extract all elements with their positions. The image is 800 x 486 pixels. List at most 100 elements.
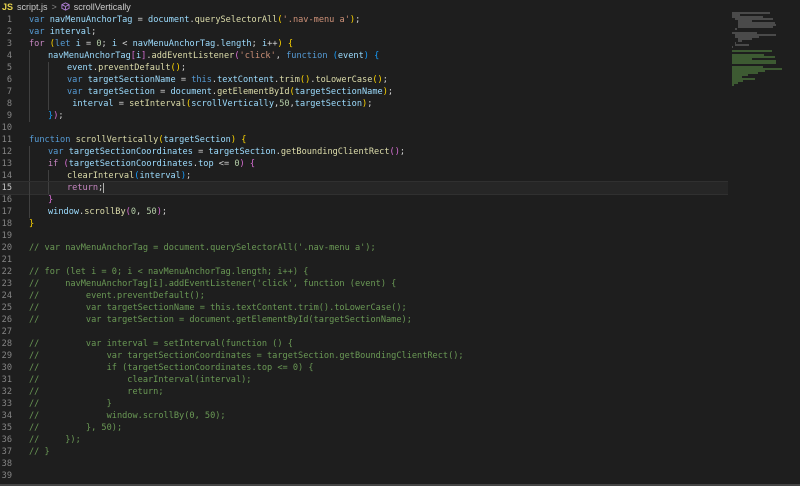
- code-token: ;: [355, 15, 361, 25]
- code-line[interactable]: 31 // clearInterval(interval);: [0, 374, 728, 386]
- minimap[interactable]: [732, 12, 796, 86]
- code-text: var targetSectionCoordinates = targetSec…: [48, 146, 405, 158]
- line-number: 30: [1, 363, 12, 373]
- code-line[interactable]: 32 // return;: [0, 386, 728, 398]
- code-token: // navMenuAnchorTag[i].addEventListener(…: [29, 279, 397, 289]
- code-line[interactable]: 29 // var targetSectionCoordinates = targ…: [0, 350, 728, 362]
- code-line[interactable]: 15 return;: [0, 181, 728, 195]
- code-line[interactable]: 4 navMenuAnchorTag[i].addEventListener('c…: [0, 50, 728, 62]
- code-line[interactable]: 1 var navMenuAnchorTag = document.querySe…: [0, 14, 728, 26]
- line-number: 36: [1, 435, 12, 445]
- code-token: var: [29, 15, 50, 25]
- code-token: {: [374, 51, 380, 61]
- code-token: 'click': [239, 51, 276, 61]
- code-line[interactable]: 39: [0, 470, 728, 482]
- indent-guide: [48, 98, 49, 110]
- code-token: function: [29, 135, 76, 145]
- code-token: targetSection: [208, 147, 276, 157]
- code-text: // var targetSectionName = this.textCont…: [29, 302, 407, 314]
- code-token: // var navMenuAnchorTag = document.query…: [29, 243, 376, 253]
- code-line[interactable]: 3 for (let i = 0; i < navMenuAnchorTag.le…: [0, 38, 728, 50]
- code-line[interactable]: 12 var targetSectionCoordinates = targetS…: [0, 146, 728, 158]
- code-line[interactable]: 30 // if (targetSectionCoordinates.top <=…: [0, 362, 728, 374]
- code-token: setInterval: [129, 99, 187, 109]
- minimap-line: [732, 46, 733, 48]
- code-text: clearInterval(interval);: [67, 170, 191, 182]
- code-line[interactable]: 20 // var navMenuAnchorTag = document.que…: [0, 242, 728, 254]
- code-token: navMenuAnchorTag: [132, 39, 216, 49]
- code-line[interactable]: 27: [0, 326, 728, 338]
- code-line[interactable]: 5 event.preventDefault();: [0, 62, 728, 74]
- code-line[interactable]: 22 // for (let i = 0; i < navMenuAnchorTa…: [0, 266, 728, 278]
- breadcrumb-symbol[interactable]: scrollVertically: [74, 2, 131, 12]
- code-line[interactable]: 21: [0, 254, 728, 266]
- code-token: =: [175, 75, 192, 85]
- code-line[interactable]: 19: [0, 230, 728, 242]
- indent-guide: [29, 170, 30, 182]
- code-line[interactable]: 38: [0, 458, 728, 470]
- code-line[interactable]: 28 // var interval = setInterval(function…: [0, 338, 728, 350]
- code-token: navMenuAnchorTag: [48, 51, 131, 61]
- code-text: });: [48, 110, 64, 122]
- code-line[interactable]: 14 clearInterval(interval);: [0, 170, 728, 182]
- code-token: addEventListener: [151, 51, 235, 61]
- code-text: // var navMenuAnchorTag = document.query…: [29, 242, 376, 254]
- code-line[interactable]: 2 var interval;: [0, 26, 728, 38]
- code-token: querySelectorAll: [194, 15, 278, 25]
- code-token: interval: [49, 27, 92, 37]
- code-line[interactable]: 17 window.scrollBy(0, 50);: [0, 206, 728, 218]
- breadcrumb: JS script.js > scrollVertically: [0, 0, 800, 14]
- line-number: 8: [6, 99, 12, 109]
- code-line[interactable]: 37 // }: [0, 446, 728, 458]
- line-number: 38: [1, 459, 12, 469]
- code-text: // var interval = setInterval(function (…: [29, 338, 293, 350]
- code-line[interactable]: 8 interval = setInterval(scrollVerticall…: [0, 98, 728, 110]
- method-cube-icon: [61, 1, 70, 13]
- line-number: 17: [1, 207, 12, 217]
- code-line[interactable]: 34 // window.scrollBy(0, 50);: [0, 410, 728, 422]
- code-editor[interactable]: 1 var navMenuAnchorTag = document.querySe…: [0, 14, 728, 482]
- code-token: (): [372, 75, 383, 85]
- code-line[interactable]: 33 // }: [0, 398, 728, 410]
- code-line[interactable]: 25 // var targetSectionName = this.textCo…: [0, 302, 728, 314]
- line-number: 33: [1, 399, 12, 409]
- code-line[interactable]: 26 // var targetSection = document.getEle…: [0, 314, 728, 326]
- line-number: 4: [6, 51, 12, 61]
- code-line[interactable]: 23 // navMenuAnchorTag[i].addEventListene…: [0, 278, 728, 290]
- minimap-line: [732, 50, 773, 52]
- indent-guide: [29, 86, 30, 98]
- code-token: }: [29, 219, 35, 229]
- indent-guide: [48, 86, 49, 98]
- line-number: 26: [1, 315, 12, 325]
- code-text: window.scrollBy(0, 50);: [48, 206, 167, 218]
- code-text: // }: [29, 398, 112, 410]
- code-token: var: [67, 75, 88, 85]
- line-number: 34: [1, 411, 12, 421]
- code-line[interactable]: 16}: [0, 194, 728, 206]
- code-line[interactable]: 24 // event.preventDefault();: [0, 290, 728, 302]
- code-line[interactable]: 11 function scrollVertically(targetSectio…: [0, 134, 728, 146]
- code-token: ;: [161, 207, 168, 217]
- vertical-scrollbar[interactable]: [794, 14, 800, 482]
- code-token: ,: [275, 51, 287, 61]
- code-line[interactable]: 13 if (targetSectionCoordinates.top <= 0)…: [0, 158, 728, 170]
- line-number: 27: [1, 327, 12, 337]
- code-line[interactable]: 36 // });: [0, 434, 728, 446]
- minimap-line: [732, 62, 777, 64]
- code-text: function scrollVertically(targetSection)…: [29, 134, 246, 146]
- code-token: interval: [72, 99, 114, 109]
- breadcrumb-file[interactable]: script.js: [17, 2, 48, 12]
- code-text: // var targetSection = document.getEleme…: [29, 314, 412, 326]
- code-token: var: [29, 27, 50, 37]
- code-token: targetSectionName: [87, 75, 176, 85]
- code-line[interactable]: 18}: [0, 218, 728, 230]
- code-token: document: [170, 87, 212, 97]
- indent-guide: [29, 50, 30, 62]
- line-number: 39: [1, 471, 12, 481]
- code-line[interactable]: 10: [0, 122, 728, 134]
- code-line[interactable]: 7 var targetSection = document.getElement…: [0, 86, 728, 98]
- code-line[interactable]: 9});: [0, 110, 728, 122]
- code-line[interactable]: 6 var targetSectionName = this.textConten…: [0, 74, 728, 86]
- line-number: 16: [1, 195, 12, 205]
- code-line[interactable]: 35 // }, 50);: [0, 422, 728, 434]
